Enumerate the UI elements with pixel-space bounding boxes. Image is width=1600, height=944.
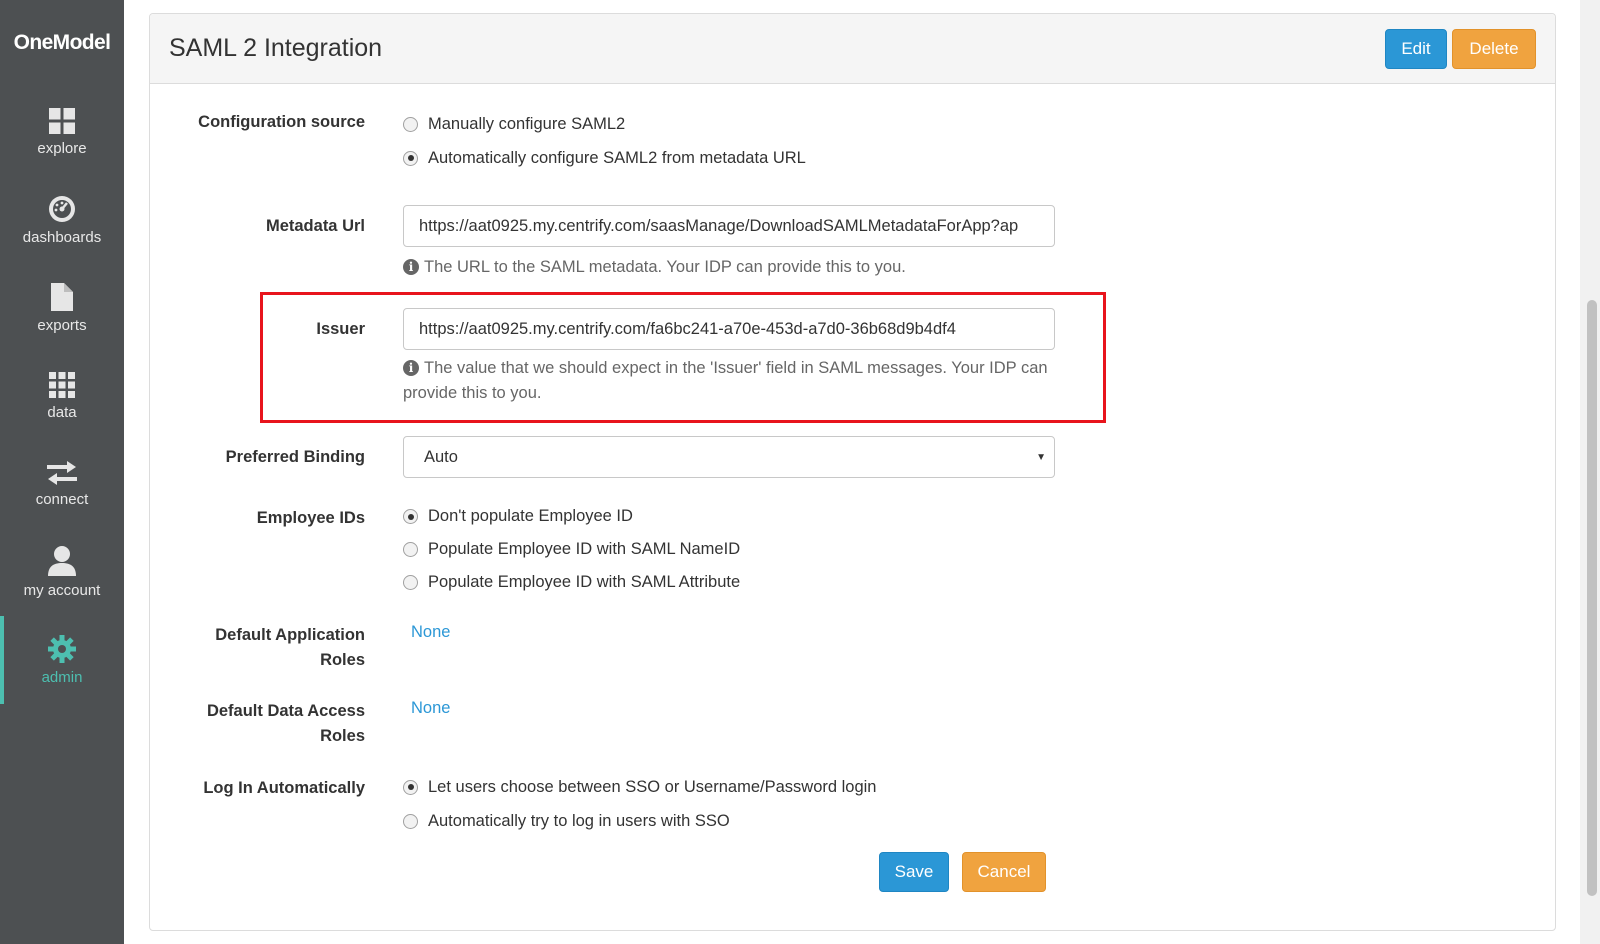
login-sso-option[interactable]: Automatically try to log in users with S… <box>403 804 876 838</box>
default-app-roles-value: None <box>411 623 450 642</box>
employee-id-none-option[interactable]: Don't populate Employee ID <box>403 500 740 533</box>
sidebar-item-label: dashboards <box>22 228 102 246</box>
label-line: Default Application <box>215 626 365 644</box>
default-data-roles-label: Default Data Access Roles <box>149 699 365 749</box>
metadata-url-input[interactable]: https://aat0925.my.centrify.com/saasMana… <box>403 205 1055 247</box>
sidebar-item-data[interactable]: data <box>0 352 124 440</box>
help-text: The URL to the SAML metadata. Your IDP c… <box>424 258 906 276</box>
config-source-group: Manually configure SAML2 Automatically c… <box>403 107 806 175</box>
default-data-roles-value: None <box>411 699 450 718</box>
gear-icon <box>48 634 76 663</box>
caret-down-icon: ▼ <box>1036 451 1046 463</box>
scrollbar-track[interactable] <box>1580 0 1600 944</box>
label-line: Roles <box>320 651 365 669</box>
radio-button[interactable] <box>403 575 418 590</box>
select-value: Auto <box>424 447 458 466</box>
save-button[interactable]: Save <box>879 852 949 892</box>
radio-button[interactable] <box>403 542 418 557</box>
scrollbar-thumb[interactable] <box>1587 300 1597 896</box>
default-app-roles-label: Default Application Roles <box>149 623 365 673</box>
sidebar-item-label: exports <box>37 316 87 334</box>
log-in-auto-group: Let users choose between SSO or Username… <box>403 770 876 838</box>
employee-ids-group: Don't populate Employee ID Populate Empl… <box>403 500 740 599</box>
employee-ids-label: Employee IDs <box>256 509 365 527</box>
issuer-highlight-box <box>260 292 1106 423</box>
sidebar-item-label: data <box>47 403 77 421</box>
delete-button[interactable]: Delete <box>1452 28 1536 69</box>
user-icon <box>48 545 76 576</box>
radio-button[interactable] <box>403 779 418 795</box>
preferred-binding-group: Auto ▼ <box>403 436 1055 478</box>
config-source-manual-option[interactable]: Manually configure SAML2 <box>403 107 806 141</box>
app-logo[interactable]: OneModel <box>0 0 124 88</box>
label-line: Roles <box>320 727 365 745</box>
sidebar-item-my-account[interactable]: my account <box>0 528 124 616</box>
radio-label: Automatically configure SAML2 from metad… <box>428 148 806 167</box>
cancel-button[interactable]: Cancel <box>962 852 1046 892</box>
sidebar-item-label: connect <box>35 490 89 508</box>
edit-button[interactable]: Edit <box>1385 28 1447 69</box>
saml-form: Configuration source Manually configure … <box>149 0 1249 944</box>
preferred-binding-label: Preferred Binding <box>225 448 365 466</box>
table-icon <box>49 371 75 398</box>
radio-label: Automatically try to log in users with S… <box>428 811 730 830</box>
radio-label: Don't populate Employee ID <box>428 507 633 525</box>
sidebar-item-explore[interactable]: explore <box>0 88 124 176</box>
exchange-icon <box>47 460 77 485</box>
grid-icon <box>49 107 75 134</box>
sidebar-item-admin[interactable]: admin <box>0 616 124 704</box>
sidebar-item-label: explore <box>37 139 87 157</box>
config-source-label: Configuration source <box>198 113 365 131</box>
radio-label: Populate Employee ID with SAML Attribute <box>428 573 741 591</box>
radio-button[interactable] <box>403 150 418 166</box>
radio-label: Manually configure SAML2 <box>428 114 626 133</box>
login-choose-option[interactable]: Let users choose between SSO or Username… <box>403 770 876 804</box>
sidebar-item-dashboards[interactable]: dashboards <box>0 176 124 264</box>
metadata-url-label: Metadata Url <box>265 217 365 235</box>
info-icon: i <box>403 259 419 275</box>
metadata-url-help: i The URL to the SAML metadata. Your IDP … <box>403 255 1063 280</box>
radio-button[interactable] <box>403 116 418 132</box>
radio-button[interactable] <box>403 813 418 829</box>
sidebar-item-connect[interactable]: connect <box>0 440 124 528</box>
radio-label: Populate Employee ID with SAML NameID <box>428 540 741 558</box>
radio-button[interactable] <box>403 509 418 524</box>
preferred-binding-select[interactable]: Auto ▼ <box>403 436 1055 478</box>
radio-label: Let users choose between SSO or Username… <box>428 777 877 796</box>
metadata-url-group: https://aat0925.my.centrify.com/saasMana… <box>403 205 1063 280</box>
sidebar-item-label: my account <box>23 581 101 599</box>
employee-id-nameid-option[interactable]: Populate Employee ID with SAML NameID <box>403 533 740 566</box>
label-line: Default Data Access <box>206 702 365 720</box>
gauge-icon <box>49 195 75 222</box>
document-icon <box>51 282 73 311</box>
employee-id-attribute-option[interactable]: Populate Employee ID with SAML Attribute <box>403 566 740 599</box>
default-data-roles-link[interactable]: None <box>411 699 450 717</box>
sidebar: OneModel explore dashboards exports data… <box>0 0 124 944</box>
sidebar-item-label: admin <box>41 668 83 686</box>
default-app-roles-link[interactable]: None <box>411 623 450 641</box>
log-in-auto-label: Log In Automatically <box>203 779 365 797</box>
sidebar-item-exports[interactable]: exports <box>0 264 124 352</box>
config-source-auto-option[interactable]: Automatically configure SAML2 from metad… <box>403 141 806 175</box>
